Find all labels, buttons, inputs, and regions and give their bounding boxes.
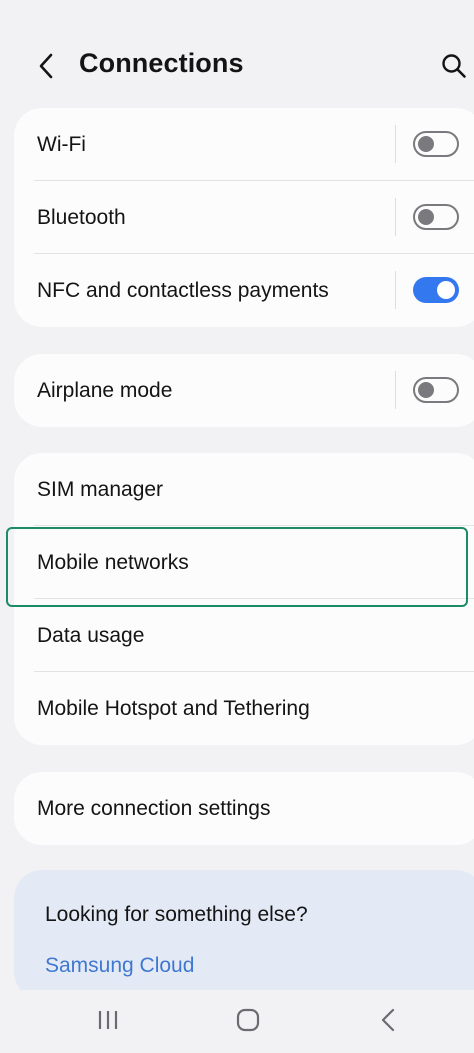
recents-icon [98,1011,118,1029]
nfc-row[interactable]: NFC and contactless payments [14,254,474,327]
mobile-networks-row[interactable]: Mobile networks [14,526,474,599]
more-connection-settings-row[interactable]: More connection settings [14,772,474,845]
suggestion-title: Looking for something else? [45,903,308,926]
connections-screen: Connections Wi-Fi Bluetooth NFC and cont… [0,0,474,1053]
home-button[interactable] [224,1000,272,1040]
chevron-left-icon [39,53,53,79]
airplane-mode-toggle[interactable] [413,377,459,403]
toggle-group-airplane: Airplane mode [14,354,474,427]
wifi-row[interactable]: Wi-Fi [14,108,474,181]
toggle-knob [418,382,434,398]
search-icon [442,54,466,78]
row-separator [395,198,396,236]
wifi-toggle[interactable] [413,131,459,157]
data-usage-row[interactable]: Data usage [14,599,474,672]
back-icon [381,1008,395,1032]
wifi-label: Wi-Fi [37,132,86,156]
toggle-knob [418,136,434,152]
samsung-cloud-link[interactable]: Samsung Cloud [45,954,194,978]
toggle-knob [418,209,434,225]
suggestion-card: Looking for something else? Samsung Clou… [14,870,474,1000]
row-separator [395,371,396,409]
row-separator [395,271,396,309]
nfc-label: NFC and contactless payments [37,278,329,302]
home-icon [236,1008,260,1032]
bluetooth-toggle[interactable] [413,204,459,230]
mobile-hotspot-label: Mobile Hotspot and Tethering [37,696,310,720]
mobile-networks-label: Mobile networks [37,550,189,574]
recents-button[interactable] [84,1000,132,1040]
data-usage-label: Data usage [37,623,145,647]
back-button[interactable] [28,48,64,84]
airplane-mode-row[interactable]: Airplane mode [14,354,474,427]
more-settings-group: More connection settings [14,772,474,845]
sim-manager-row[interactable]: SIM manager [14,453,474,526]
system-back-button[interactable] [364,1000,412,1040]
more-connection-settings-label: More connection settings [37,796,271,820]
network-settings-group: SIM manager Mobile networks Data usage M… [14,453,474,745]
toggle-group-wireless: Wi-Fi Bluetooth NFC and contactless paym… [14,108,474,327]
toggle-knob [437,281,455,299]
bluetooth-label: Bluetooth [37,205,126,229]
page-title: Connections [79,48,244,78]
navigation-bar [0,990,474,1053]
airplane-mode-label: Airplane mode [37,378,173,402]
row-separator [395,125,396,163]
bluetooth-row[interactable]: Bluetooth [14,181,474,254]
mobile-hotspot-row[interactable]: Mobile Hotspot and Tethering [14,672,474,745]
search-button[interactable] [436,48,472,84]
nfc-toggle[interactable] [413,277,459,303]
sim-manager-label: SIM manager [37,477,164,501]
